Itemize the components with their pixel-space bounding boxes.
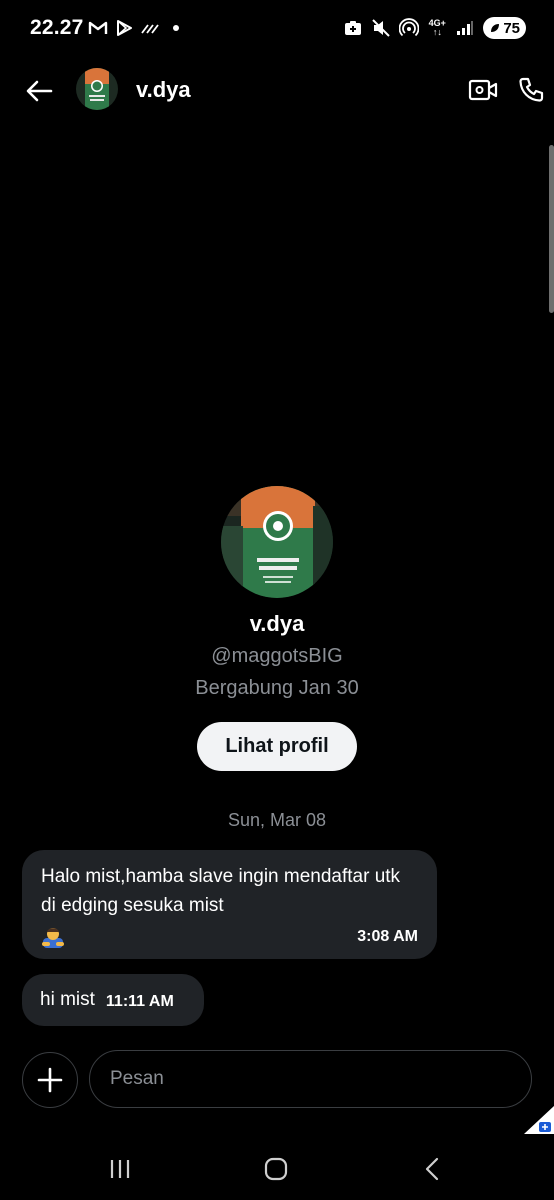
back-button[interactable] [22,74,56,108]
scrollbar[interactable] [549,145,554,313]
message-input[interactable] [89,1050,532,1108]
mute-icon [371,18,391,38]
status-right-icons: 4G+ ↑↓ 75 [343,17,526,39]
profile-handle: @maggotsBIG [211,645,343,667]
status-left-icons [88,18,186,38]
recent-apps-icon [110,1160,130,1178]
status-bar: 22.27 4G+ ↑↓ 75 [0,0,554,60]
phone-call-button[interactable] [514,73,548,107]
video-call-button[interactable] [466,73,500,107]
arrow-left-icon [26,80,53,102]
corner-badge-icon [522,1100,554,1138]
message-text: Halo mist,hamba slave ingin mendaftar ut… [41,866,401,916]
header-title[interactable]: v.dya [136,77,191,103]
play-icon [114,18,134,38]
message-time: 3:08 AM [357,928,418,945]
phone-call-icon [519,77,544,102]
message-time: 11:11 AM [105,992,174,1010]
date-separator: Sun, Mar 08 [227,810,327,830]
header-avatar[interactable] [76,68,118,110]
home-icon [264,1157,288,1181]
signal-icon [455,18,475,38]
recent-apps-button[interactable] [100,1152,140,1186]
status-time: 22.27 [30,16,84,39]
video-call-icon [468,79,498,101]
message-bubble[interactable]: Halo mist,hamba slave ingin mendaftar ut… [22,850,437,959]
add-attachment-button[interactable] [22,1052,78,1108]
conversation-header: v.dya [0,60,554,122]
battery-indicator: 75 [483,17,526,39]
stripes-icon [140,18,160,38]
plus-icon [37,1067,63,1093]
notification-box-icon [343,18,363,38]
system-nav-bar [0,1140,554,1200]
hotspot-icon [399,18,420,38]
view-profile-button[interactable]: Lihat profil [197,722,357,771]
home-button[interactable] [256,1152,296,1186]
profile-name: v.dya [249,611,305,636]
system-back-button[interactable] [412,1152,452,1186]
person-bowing-emoji-icon [40,923,66,949]
dot-icon [166,18,186,38]
profile-joined-date: Bergabung Jan 30 [195,677,359,699]
network-4g-icon: 4G+ ↑↓ [428,18,446,37]
gmail-icon [88,18,108,38]
message-bubble[interactable]: hi mist 11:11 AM [22,974,204,1026]
message-text: hi mist [40,989,95,1010]
back-icon [425,1157,439,1181]
profile-avatar[interactable] [221,486,333,598]
